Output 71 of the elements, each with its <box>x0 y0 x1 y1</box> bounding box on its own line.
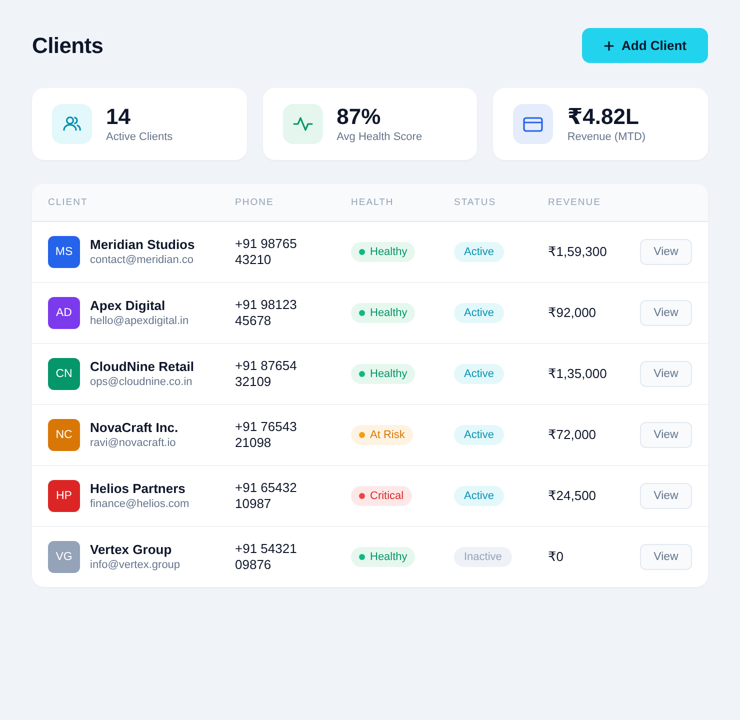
status-pill: Active <box>454 242 504 262</box>
revenue-amount: ₹1,35,000 <box>548 366 607 381</box>
pulse-icon <box>282 104 323 144</box>
client-name: CloudNine Retail <box>90 359 194 375</box>
client-email: hello@apexdigital.in <box>90 314 189 328</box>
dot-icon <box>359 371 365 377</box>
avatar: AD <box>48 297 80 329</box>
revenue-amount: ₹72,000 <box>548 427 596 442</box>
avatar: MS <box>48 236 80 268</box>
client-name: Meridian Studios <box>90 237 195 253</box>
view-button[interactable]: View <box>640 422 692 448</box>
stat-value: 87% <box>336 104 382 130</box>
status-pill: Active <box>454 364 504 384</box>
phone-number: +91 76543 21098 <box>235 419 298 451</box>
status-pill: Active <box>454 425 504 445</box>
phone-number: +91 65432 10987 <box>235 480 298 512</box>
revenue-amount: ₹92,000 <box>548 305 596 320</box>
view-button[interactable]: View <box>640 239 692 265</box>
plus-icon <box>604 40 614 50</box>
revenue-amount: ₹24,500 <box>548 488 596 503</box>
stat-value: 14 <box>106 104 132 130</box>
client-name: Vertex Group <box>90 542 173 558</box>
stat-value: ₹4.82L <box>567 104 640 130</box>
health-label: Critical <box>370 490 404 502</box>
revenue-amount: ₹1,59,300 <box>548 244 607 259</box>
phone-number: +91 87654 32109 <box>235 358 298 390</box>
health-label: Healthy <box>370 307 408 319</box>
client-name: NovaCraft Inc. <box>90 420 178 436</box>
view-button[interactable]: View <box>640 361 692 387</box>
client-email: contact@meridian.co <box>90 253 194 267</box>
health-label: At Risk <box>370 429 405 441</box>
avatar: NC <box>48 419 80 451</box>
health-label: Healthy <box>370 246 408 258</box>
view-button[interactable]: View <box>640 483 692 509</box>
stat-label: Active Clients <box>106 130 173 144</box>
column-header: REVENUE <box>548 197 602 208</box>
dot-icon <box>359 310 365 316</box>
client-email: info@vertex.group <box>90 558 180 572</box>
health-label: Healthy <box>370 368 408 380</box>
view-button[interactable]: View <box>640 300 692 326</box>
avatar: CN <box>48 358 80 390</box>
dot-icon <box>359 432 365 438</box>
column-header: PHONE <box>235 197 275 208</box>
client-email: ravi@novacraft.io <box>90 436 177 450</box>
column-header: CLIENT <box>48 197 89 208</box>
dot-icon <box>359 554 365 560</box>
health-label: Healthy <box>370 551 408 563</box>
page-title: Clients <box>32 32 104 58</box>
status-pill: Inactive <box>454 547 512 567</box>
phone-number: +91 98123 45678 <box>235 297 298 329</box>
phone-number: +91 54321 09876 <box>235 541 298 573</box>
status-pill: Active <box>454 303 504 323</box>
stat-label: Avg Health Score <box>336 130 422 144</box>
dot-icon <box>359 249 365 255</box>
users-icon <box>52 104 92 144</box>
client-email: ops@cloudnine.co.in <box>90 375 194 389</box>
avatar: HP <box>48 480 80 512</box>
avatar: VG <box>48 541 80 573</box>
view-button[interactable]: View <box>640 544 692 570</box>
client-email: finance@helios.com <box>90 497 190 511</box>
client-name: Apex Digital <box>90 298 166 314</box>
client-name: Helios Partners <box>90 481 186 497</box>
revenue-amount: ₹0 <box>548 549 564 564</box>
dot-icon <box>359 493 365 499</box>
add-client-button[interactable]: Add Client <box>582 28 708 63</box>
column-header: STATUS <box>454 197 498 208</box>
stat-label: Revenue (MTD) <box>567 130 646 144</box>
status-pill: Active <box>454 486 504 506</box>
card-icon <box>513 104 554 144</box>
column-header: HEALTH <box>351 197 395 208</box>
phone-number: +91 98765 43210 <box>235 236 298 268</box>
